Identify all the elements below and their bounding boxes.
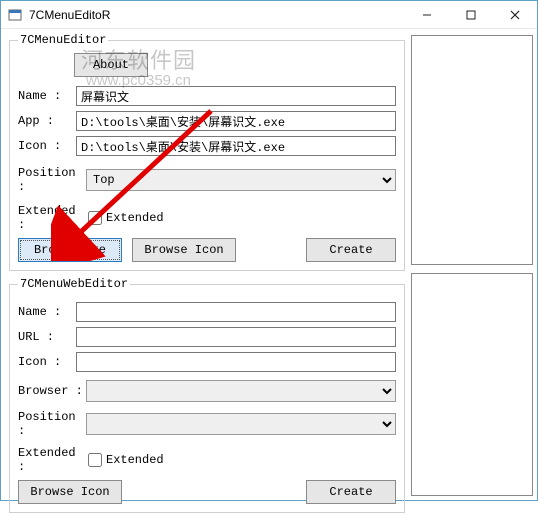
window-title: 7CMenuEditoR: [29, 8, 405, 22]
create-button[interactable]: Create: [306, 238, 396, 262]
name-label-web: Name :: [18, 305, 76, 319]
group-menu-web-editor: 7CMenuWebEditor Name : URL : Icon : Brow…: [9, 277, 405, 513]
position-select[interactable]: Top: [86, 169, 396, 191]
position-select-web[interactable]: [86, 413, 396, 435]
browser-label: Browser :: [18, 384, 86, 398]
extended-cb-label-web: Extended: [106, 453, 164, 467]
preview-panel-bottom: [411, 273, 533, 496]
about-button[interactable]: About: [74, 53, 148, 77]
group-legend-web: 7CMenuWebEditor: [18, 277, 130, 291]
icon-label-web: Icon :: [18, 355, 76, 369]
titlebar: 7CMenuEditoR: [1, 1, 537, 29]
browser-select[interactable]: [86, 380, 396, 402]
create-button-web[interactable]: Create: [306, 480, 396, 504]
group-menu-editor: 7CMenuEditor About Name : App : Icon : P…: [9, 33, 405, 271]
icon-input[interactable]: [76, 136, 396, 156]
minimize-button[interactable]: [405, 1, 449, 29]
name-label: Name :: [18, 89, 76, 103]
browse-icon-button[interactable]: Browse Icon: [132, 238, 236, 262]
preview-panel-top: [411, 35, 533, 265]
extended-checkbox-web[interactable]: [88, 453, 102, 467]
icon-label: Icon :: [18, 139, 76, 153]
extended-checkbox[interactable]: [88, 211, 102, 225]
extended-label-web: Extended :: [18, 446, 86, 474]
close-button[interactable]: [493, 1, 537, 29]
url-label: URL :: [18, 330, 76, 344]
extended-cb-label: Extended: [106, 211, 164, 225]
name-input[interactable]: [76, 86, 396, 106]
url-input[interactable]: [76, 327, 396, 347]
app-input[interactable]: [76, 111, 396, 131]
browse-exe-button[interactable]: Browse Exe: [18, 238, 122, 262]
maximize-button[interactable]: [449, 1, 493, 29]
icon-input-web[interactable]: [76, 352, 396, 372]
name-input-web[interactable]: [76, 302, 396, 322]
app-label: App :: [18, 114, 76, 128]
window-controls: [405, 1, 537, 28]
app-icon: [7, 7, 23, 23]
position-label-web: Position :: [18, 410, 86, 438]
group-legend: 7CMenuEditor: [18, 33, 108, 47]
extended-label: Extended :: [18, 204, 86, 232]
browse-icon-button-web[interactable]: Browse Icon: [18, 480, 122, 504]
position-label: Position :: [18, 166, 86, 194]
